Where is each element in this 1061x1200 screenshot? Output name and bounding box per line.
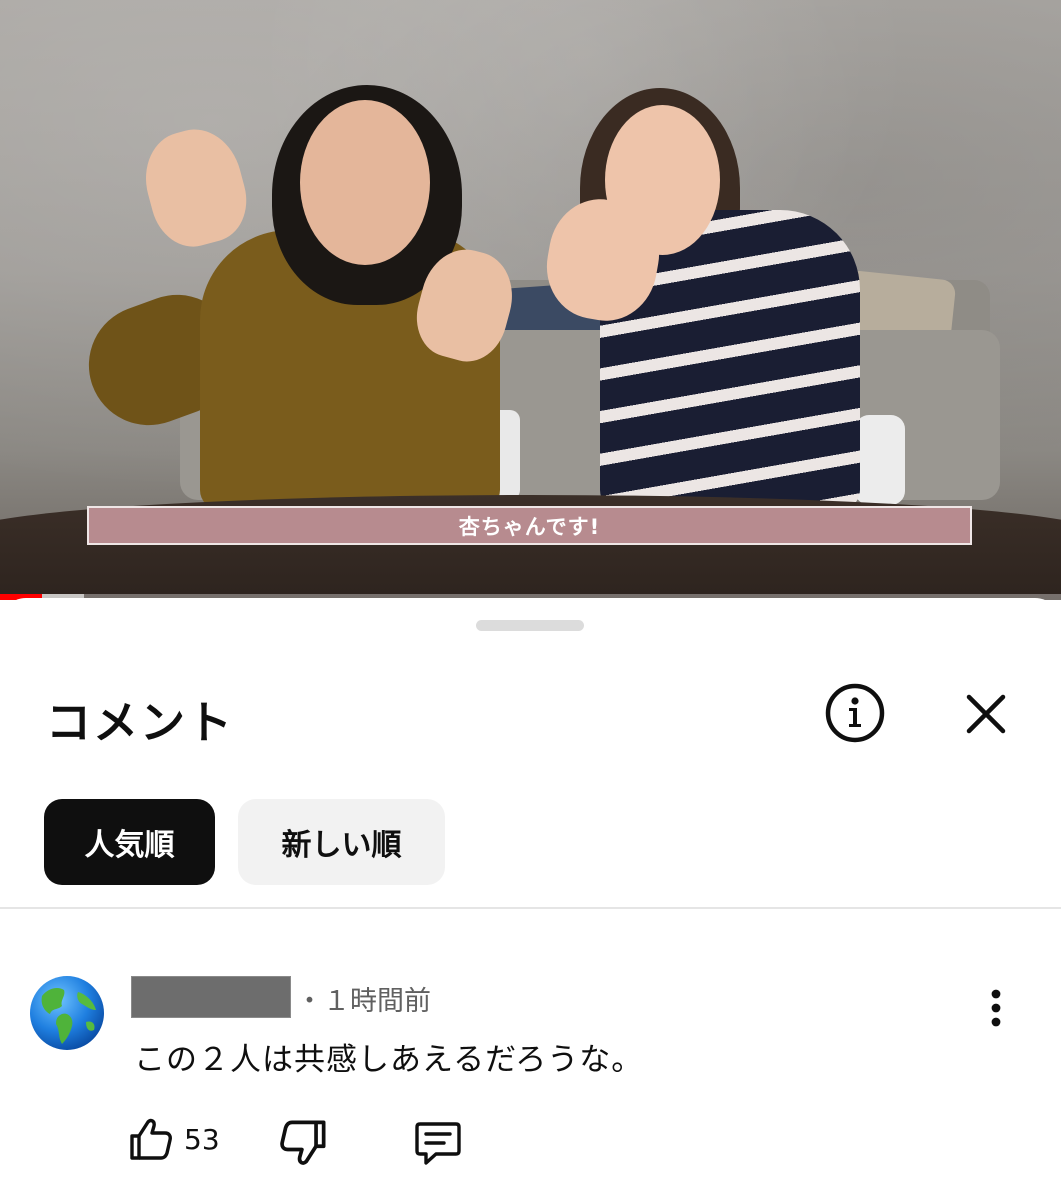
like-button[interactable]: 53: [128, 1116, 220, 1162]
reply-icon[interactable]: [412, 1116, 464, 1168]
comment-author-redacted[interactable]: [131, 976, 291, 1018]
comment-more-button[interactable]: [975, 984, 1017, 1032]
globe-icon[interactable]: [28, 974, 106, 1052]
video-subtitle: 杏ちゃんです!: [87, 506, 972, 545]
close-button[interactable]: [958, 686, 1014, 742]
comment-text: この２人は共感しあえるだろうな。: [134, 1042, 644, 1078]
video-player[interactable]: 杏ちゃんです!: [0, 0, 1061, 600]
video-person1-face: [300, 100, 430, 265]
more-vertical-icon: [991, 989, 1001, 1027]
like-count: 53: [184, 1122, 220, 1156]
sheet-title: コメント: [46, 696, 235, 749]
info-circle-icon: [825, 683, 885, 743]
thumbs-down-icon[interactable]: [278, 1118, 328, 1168]
divider: [0, 907, 1061, 909]
thumbs-up-icon: [130, 1118, 172, 1160]
video-chair-right: [855, 415, 905, 505]
info-button[interactable]: [824, 682, 886, 744]
sheet-drag-handle[interactable]: [476, 620, 584, 631]
sort-chip-newest[interactable]: 新しい順: [238, 799, 445, 885]
comments-sheet: コメント 人気順 新しい順 ・１時間前 この２人は共感しあえるだろうな。 53: [0, 598, 1061, 1200]
sort-chip-popular[interactable]: 人気順: [44, 799, 215, 885]
close-icon: [966, 694, 1006, 734]
comment-time: ・１時間前: [296, 986, 431, 1017]
